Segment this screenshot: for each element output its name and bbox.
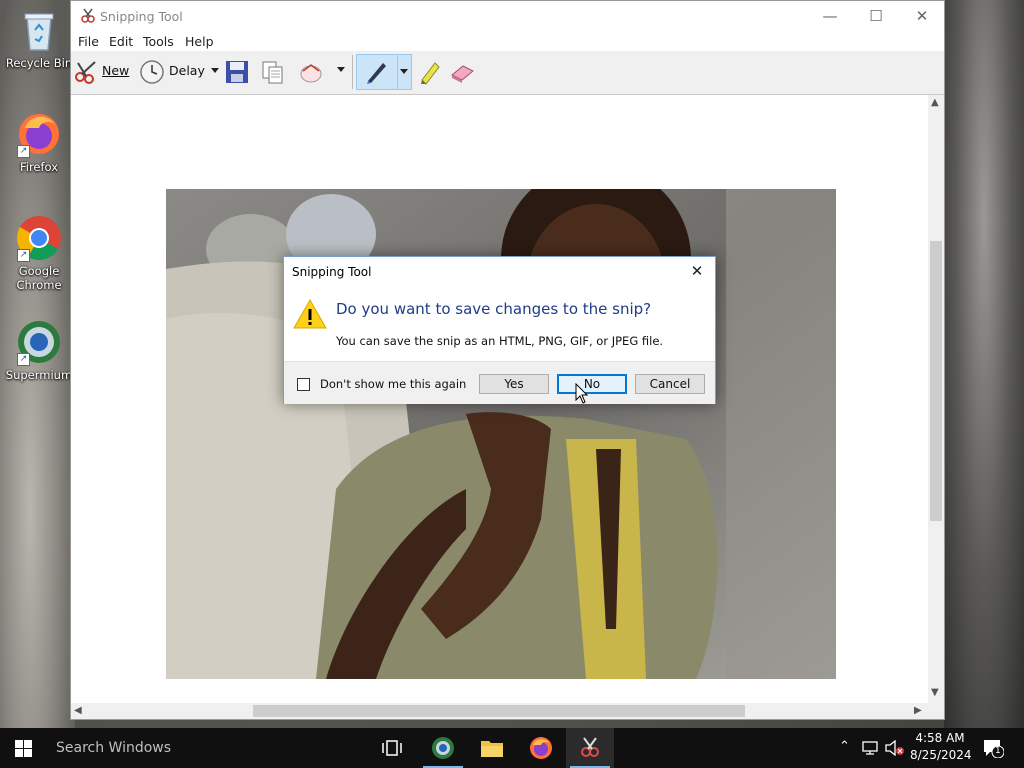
shortcut-arrow-icon: ↗ [17,353,30,366]
network-icon[interactable] [861,740,881,756]
windows-logo-icon [15,740,32,757]
highlighter-icon[interactable] [416,59,442,85]
toolbar: New Delay [71,51,944,95]
clock-date: 8/25/2024 [910,748,972,762]
pen-icon [367,63,386,84]
menu-help[interactable]: Help [185,34,214,49]
taskbar: Search Windows ⌃ 4:58 AM 8/25/2024 1 [0,728,1024,768]
delay-label: Delay [169,63,205,78]
save-changes-dialog: Snipping Tool ✕ Do you want to save chan… [283,256,716,404]
desktop-icon-supermium[interactable]: ↗ Supermium [0,318,78,382]
close-button[interactable]: ✕ [899,1,945,32]
dialog-message: You can save the snip as an HTML, PNG, G… [336,334,664,348]
desktop-icon-google-chrome[interactable]: ↗ Google Chrome [0,214,78,292]
no-button[interactable]: No [557,374,627,394]
scroll-down-icon[interactable]: ▼ [931,687,939,698]
firefox-icon [530,737,552,759]
desktop-icon-label: Google Chrome [16,264,62,292]
scroll-left-icon[interactable]: ◀ [74,705,82,716]
vertical-scrollbar[interactable]: ▲ ▼ [928,95,944,703]
supermium-icon [432,737,454,759]
dont-show-again-label[interactable]: Don't show me this again [320,377,466,391]
chevron-down-icon[interactable] [211,68,219,73]
split-divider [397,55,398,89]
delay-button[interactable]: Delay [139,55,223,89]
new-snip-button[interactable]: New [73,55,131,89]
window-title: Snipping Tool [100,9,183,24]
clock-icon [140,60,164,84]
desktop-icon-label: Firefox [19,160,59,174]
dialog-footer: Don't show me this again Yes No Cancel [284,361,715,404]
task-view-icon [382,740,402,756]
scroll-right-icon[interactable]: ▶ [914,705,922,716]
horizontal-scroll-thumb[interactable] [253,705,745,717]
menu-file[interactable]: File [78,34,99,49]
search-placeholder: Search Windows [56,740,172,756]
toolbar-separator [352,55,353,89]
chevron-down-icon[interactable] [337,67,345,72]
clock-time: 4:58 AM [915,731,965,745]
minimize-icon: — [822,7,838,25]
recycle-bin-icon [15,6,63,54]
scroll-up-icon[interactable]: ▲ [931,97,939,108]
menu-tools[interactable]: Tools [143,34,174,49]
dont-show-again-checkbox[interactable] [297,378,310,391]
desktop-icon-firefox[interactable]: ↗ Firefox [0,110,78,174]
maximize-icon: ☐ [869,7,883,25]
send-snip-icon[interactable] [298,59,324,85]
taskbar-snipping-tool[interactable] [566,728,614,768]
supermium-icon: ↗ [15,318,63,366]
save-icon[interactable] [224,59,250,85]
vertical-scroll-thumb[interactable] [930,241,942,521]
chevron-down-icon[interactable] [400,69,408,74]
taskbar-supermium[interactable] [419,728,467,768]
start-button[interactable] [0,728,48,768]
dialog-title: Snipping Tool [292,265,372,279]
dialog-close-button[interactable]: ✕ [687,261,707,281]
taskbar-firefox[interactable] [517,728,565,768]
minimize-button[interactable]: — [807,1,853,32]
mouse-cursor-icon [575,383,589,404]
scissors-icon [75,61,96,84]
menu-edit[interactable]: Edit [109,34,133,49]
shortcut-arrow-icon: ↗ [17,145,30,158]
desktop-wallpaper-right [944,0,1024,728]
show-hidden-icons-chevron-up-icon[interactable]: ⌃ [839,739,850,754]
menu-bar: File Edit Tools Help [71,32,944,51]
close-icon: ✕ [690,262,704,280]
action-center-button[interactable]: 1 [982,738,1005,759]
shortcut-arrow-icon: ↗ [17,249,30,262]
copy-icon[interactable] [260,59,286,85]
warning-icon [293,298,327,329]
clock[interactable]: 4:58 AM 8/25/2024 [910,731,972,762]
notification-count: 1 [995,746,1001,756]
cancel-button[interactable]: Cancel [635,374,705,394]
horizontal-scrollbar[interactable]: ◀ ▶ [71,703,928,719]
maximize-button[interactable]: ☐ [853,1,899,32]
dialog-heading: Do you want to save changes to the snip? [336,300,652,318]
folder-icon [481,741,503,757]
snipping-tool-app-icon [79,7,97,25]
eraser-icon[interactable] [449,59,475,85]
snipping-tool-icon [581,737,599,757]
volume-muted-icon[interactable] [884,740,906,756]
desktop-icon-label: Supermium [5,368,73,382]
desktop-icon-recycle-bin[interactable]: Recycle Bin [0,6,78,70]
new-label: New [102,63,130,78]
close-icon: ✕ [915,7,929,25]
search-box[interactable]: Search Windows [48,728,368,768]
title-bar[interactable]: Snipping Tool — ☐ ✕ [71,1,944,32]
task-view-button[interactable] [368,728,416,768]
scroll-corner [928,703,944,719]
firefox-icon: ↗ [15,110,63,158]
taskbar-file-explorer[interactable] [468,728,516,768]
yes-button[interactable]: Yes [479,374,549,394]
chrome-icon: ↗ [15,214,63,262]
desktop-icon-label: Recycle Bin [5,56,73,70]
pen-button[interactable] [356,54,412,90]
